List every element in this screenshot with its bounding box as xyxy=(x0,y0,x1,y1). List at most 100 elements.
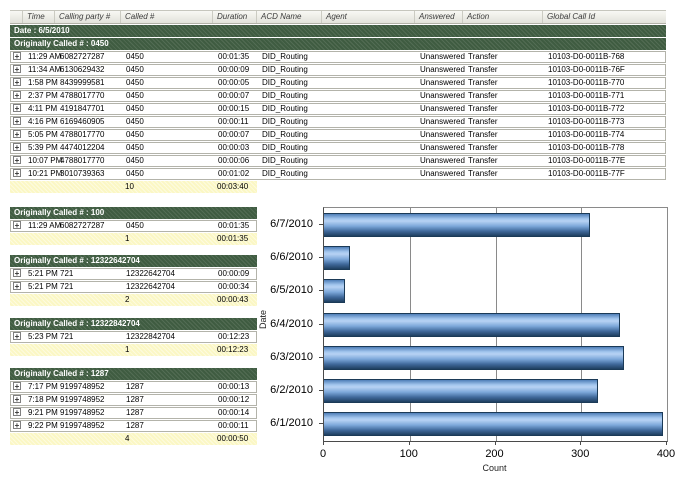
expand-row-icon[interactable]: + xyxy=(13,143,21,151)
cell-called: 12322842704 xyxy=(122,332,214,342)
expand-row-icon[interactable]: + xyxy=(13,104,21,112)
table-row[interactable]: +4:16 PM6169460905045000:00:11DID_Routin… xyxy=(10,116,666,128)
expand-row-icon[interactable]: + xyxy=(13,282,21,290)
cell-agent xyxy=(323,78,416,88)
expand-row-icon[interactable]: + xyxy=(13,269,21,277)
column-header-acd-name[interactable]: ACD Name xyxy=(257,11,322,23)
table-row[interactable]: +9:21 PM9199748952128700:00:14 xyxy=(10,407,257,419)
bar-6/1/2010 xyxy=(324,412,663,436)
column-header-answered[interactable]: Answered xyxy=(415,11,463,23)
cell-agent xyxy=(323,91,416,101)
call-report-page: TimeCalling party #Called #DurationACD N… xyxy=(0,0,676,485)
date-group-header: Date : 6/5/2010 xyxy=(10,25,666,37)
bar-6/7/2010 xyxy=(324,213,590,237)
y-tick-mark xyxy=(319,390,324,391)
cell-expand: + xyxy=(11,117,24,127)
table-row[interactable]: +5:23 PM7211232284270400:12:23 xyxy=(10,331,257,343)
column-header-duration[interactable]: Duration xyxy=(213,11,257,23)
table-row[interactable]: +7:17 PM9199748952128700:00:13 xyxy=(10,381,257,393)
table-row[interactable]: +4:11 PM4191847701045000:00:15DID_Routin… xyxy=(10,103,666,115)
cell-calling: 4788017770 xyxy=(56,156,122,166)
expand-row-icon[interactable]: + xyxy=(13,395,21,403)
cell-acd: DID_Routing xyxy=(258,91,323,101)
cell-called: 1287 xyxy=(122,421,214,431)
expand-row-icon[interactable]: + xyxy=(13,332,21,340)
cell-time: 5:21 PM xyxy=(24,269,56,279)
group-header: Originally Called # : 12322842704 xyxy=(10,318,257,330)
cell-expand: + xyxy=(11,91,24,101)
cell-duration: 00:00:12 xyxy=(214,395,258,405)
cell-acd: DID_Routing xyxy=(258,156,323,166)
table-row[interactable]: +10:07 PM4788017770045000:00:06DID_Routi… xyxy=(10,155,666,167)
column-header-called-[interactable]: Called # xyxy=(121,11,213,23)
x-tick-label: 400 xyxy=(646,448,676,460)
x-tick-mark xyxy=(666,441,667,445)
expand-row-icon[interactable]: + xyxy=(13,52,21,60)
table-row[interactable]: +5:21 PM7211232264270400:00:09 xyxy=(10,268,257,280)
cell-calling: 3010739363 xyxy=(56,169,122,179)
expand-row-icon[interactable]: + xyxy=(13,382,21,390)
cell-duration: 00:00:09 xyxy=(214,65,258,75)
y-tick-label: 6/1/2010 xyxy=(258,417,313,429)
cell-action: Transfer xyxy=(464,143,544,153)
cell-action: Transfer xyxy=(464,156,544,166)
cell-expand: + xyxy=(11,65,24,75)
table-row[interactable]: +11:29 AM6082727287045000:01:35 xyxy=(10,220,257,232)
cell-duration: 00:01:35 xyxy=(214,221,258,231)
column-header-calling-party-[interactable]: Calling party # xyxy=(55,11,121,23)
group-header: Originally Called # : 0450 xyxy=(10,38,666,50)
expand-row-icon[interactable]: + xyxy=(13,156,21,164)
column-header-expand[interactable] xyxy=(10,11,23,23)
summary-call-count: 10 xyxy=(121,181,213,193)
cell-answered: Unanswered xyxy=(416,104,464,114)
expand-row-icon[interactable]: + xyxy=(13,169,21,177)
table-row[interactable]: +5:05 PM4788017770045000:00:07DID_Routin… xyxy=(10,129,666,141)
cell-answered: Unanswered xyxy=(416,130,464,140)
cell-duration: 00:00:14 xyxy=(214,408,258,418)
cell-agent xyxy=(323,117,416,127)
column-header-action[interactable]: Action xyxy=(463,11,543,23)
table-row[interactable]: +5:39 PM4474012204045000:00:03DID_Routin… xyxy=(10,142,666,154)
expand-row-icon[interactable]: + xyxy=(13,65,21,73)
cell-calling: 6130629432 xyxy=(56,65,122,75)
column-header-time[interactable]: Time xyxy=(23,11,55,23)
table-row[interactable]: +10:21 PM3010739363045000:01:02DID_Routi… xyxy=(10,168,666,180)
cell-called: 0450 xyxy=(122,104,214,114)
table-row[interactable]: +9:22 PM9199748952128700:00:11 xyxy=(10,420,257,432)
table-row[interactable]: +2:37 PM4788017770045000:00:07DID_Routin… xyxy=(10,90,666,102)
cell-time: 9:22 PM xyxy=(24,421,56,431)
table-row[interactable]: +11:29 AM6082727287045000:01:35DID_Routi… xyxy=(10,51,666,63)
cell-time: 7:18 PM xyxy=(24,395,56,405)
column-header-global-call-id[interactable]: Global Call Id xyxy=(543,11,666,23)
table-row[interactable]: +5:21 PM7211232264270400:00:34 xyxy=(10,281,257,293)
x-tick-label: 0 xyxy=(303,448,343,460)
cell-answered: Unanswered xyxy=(416,65,464,75)
cell-time: 10:07 PM xyxy=(24,156,56,166)
table-row[interactable]: +1:58 PM8439999581045000:00:05DID_Routin… xyxy=(10,77,666,89)
cell-answered: Unanswered xyxy=(416,169,464,179)
expand-row-icon[interactable]: + xyxy=(13,78,21,86)
table-row[interactable]: +11:34 AM6130629432045000:00:09DID_Routi… xyxy=(10,64,666,76)
cell-action: Transfer xyxy=(464,130,544,140)
column-header-agent[interactable]: Agent xyxy=(322,11,415,23)
cell-expand: + xyxy=(11,421,24,431)
report-section: Originally Called # : 12322642704+5:21 P… xyxy=(10,255,257,306)
expand-row-icon[interactable]: + xyxy=(13,117,21,125)
expand-row-icon[interactable]: + xyxy=(13,91,21,99)
group-header: Originally Called # : 1287 xyxy=(10,368,257,380)
x-tick-mark xyxy=(409,441,410,445)
cell-time: 9:21 PM xyxy=(24,408,56,418)
cell-global_id: 10103-D0-0011B-774 xyxy=(544,130,667,140)
cell-global_id: 10103-D0-0011B-77F xyxy=(544,169,667,179)
expand-row-icon[interactable]: + xyxy=(13,421,21,429)
cell-expand: + xyxy=(11,156,24,166)
cell-calling: 4191847701 xyxy=(56,104,122,114)
cell-action: Transfer xyxy=(464,104,544,114)
cell-calling: 9199748952 xyxy=(56,382,122,392)
expand-row-icon[interactable]: + xyxy=(13,130,21,138)
expand-row-icon[interactable]: + xyxy=(13,221,21,229)
report-section: Originally Called # : 100+11:29 AM608272… xyxy=(10,207,257,245)
cell-expand: + xyxy=(11,395,24,405)
expand-row-icon[interactable]: + xyxy=(13,408,21,416)
table-row[interactable]: +7:18 PM9199748952128700:00:12 xyxy=(10,394,257,406)
